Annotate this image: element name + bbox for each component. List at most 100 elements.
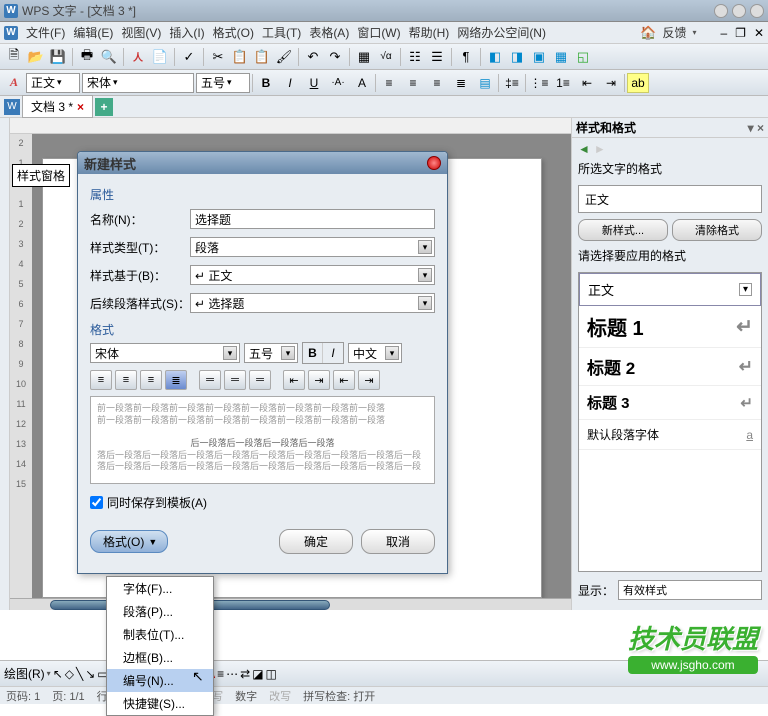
new-style-button[interactable]: 新样式... [578, 219, 668, 241]
bold-button[interactable]: B [255, 73, 277, 93]
clear-format-button[interactable]: 清除格式 [672, 219, 762, 241]
arrow-icon[interactable]: ↘ [85, 667, 95, 681]
green-icon[interactable]: ◱ [573, 47, 593, 67]
dialog-size-select[interactable]: 五号▾ [244, 343, 298, 363]
document-tab[interactable]: 文档 3 * × [22, 95, 93, 118]
menu-online[interactable]: 网络办公空间(N) [453, 22, 550, 43]
blue3-icon[interactable]: ▣ [529, 47, 549, 67]
name-input[interactable]: 选择题 [190, 209, 435, 229]
style-item-h3[interactable]: 标题 3↵ [579, 386, 761, 420]
menu-table[interactable]: 表格(A) [305, 22, 353, 43]
menu-font[interactable]: 字体(F)... [107, 577, 213, 600]
style-combo[interactable]: 正文 [26, 73, 80, 93]
style-item-h2[interactable]: 标题 2↵ [579, 348, 761, 386]
dash-icon[interactable]: ⋯ [226, 667, 238, 681]
arrow-style-icon[interactable]: ⇄ [240, 667, 250, 681]
indent-icon[interactable]: ⇥ [600, 73, 622, 93]
save-icon[interactable]: 💾 [48, 47, 68, 67]
dialog-font-select[interactable]: 宋体▾ [90, 343, 240, 363]
next-select[interactable]: ↵ 选择题▾ [190, 293, 435, 313]
font-grow-icon[interactable]: ·A· [327, 73, 349, 93]
panel-fwd-icon[interactable]: ► [594, 142, 606, 156]
formula-icon[interactable]: √α [376, 47, 396, 67]
align-right-icon[interactable]: ≡ [426, 73, 448, 93]
style-item-h1[interactable]: 标题 1↵ [579, 306, 761, 348]
cancel-button[interactable]: 取消 [361, 529, 435, 554]
linespace-icon[interactable]: ‡≡ [501, 73, 523, 93]
export-icon[interactable]: 📄 [150, 47, 170, 67]
menu-insert[interactable]: 插入(I) [165, 22, 208, 43]
pdf-icon[interactable]: 人 [128, 47, 148, 67]
format-dropdown-button[interactable]: 格式(O)▼ [90, 530, 168, 553]
menu-format[interactable]: 格式(O) [209, 22, 258, 43]
menu-file[interactable]: 文件(F) [22, 22, 69, 43]
blue2-icon[interactable]: ◨ [507, 47, 527, 67]
3d-icon[interactable]: ◫ [266, 667, 277, 681]
status-num[interactable]: 数字 [235, 688, 257, 704]
status-overtype[interactable]: 改写 [269, 688, 291, 704]
styles-icon[interactable]: A [4, 73, 24, 93]
copy-icon[interactable]: 📋 [230, 47, 250, 67]
indent-inc-icon[interactable]: ⇥ [308, 370, 330, 390]
menu-tabs[interactable]: 制表位(T)... [107, 623, 213, 646]
align-left-icon[interactable]: ≡ [90, 370, 112, 390]
font-shrink-icon[interactable]: A [351, 73, 373, 93]
spellcheck-icon[interactable]: ✓ [179, 47, 199, 67]
bullets-icon[interactable]: ⋮≡ [528, 73, 550, 93]
style-item-default[interactable]: 默认段落字体a [579, 420, 761, 450]
align-center-icon[interactable]: ≡ [402, 73, 424, 93]
draw-menu[interactable]: 绘图(R) [4, 665, 45, 682]
type-select[interactable]: 段落▾ [190, 237, 435, 257]
dialog-lang-select[interactable]: 中文▾ [348, 343, 402, 363]
paint-icon[interactable]: 🖌 [274, 47, 294, 67]
align-justify-icon[interactable]: ≣ [165, 370, 187, 390]
linespace1-icon[interactable]: ═ [199, 370, 221, 390]
highlight-icon[interactable]: ab [627, 73, 649, 93]
outdent-icon[interactable]: ⇤ [576, 73, 598, 93]
line-icon[interactable]: ╲ [76, 667, 83, 681]
table-icon[interactable]: ▦ [354, 47, 374, 67]
cut-icon[interactable]: ✂ [208, 47, 228, 67]
style-item-body[interactable]: 正文▾ [579, 273, 761, 306]
minimize-button[interactable] [714, 4, 728, 18]
dialog-italic-button[interactable]: I [323, 343, 343, 363]
paste-icon[interactable]: 📋 [252, 47, 272, 67]
autoshape-icon[interactable]: ◇ [65, 667, 74, 681]
save-template-checkbox[interactable] [90, 496, 103, 509]
align-dist-icon[interactable]: ▤ [474, 73, 496, 93]
align-left-icon[interactable]: ≡ [378, 73, 400, 93]
menu-border[interactable]: 边框(B)... [107, 646, 213, 669]
inner-restore[interactable]: ❐ [735, 26, 746, 40]
home-icon[interactable]: 🏠 [640, 25, 656, 41]
fontsize-combo[interactable]: 五号 [196, 73, 250, 93]
align-center-icon[interactable]: ≡ [115, 370, 137, 390]
open-icon[interactable]: 📂 [26, 47, 46, 67]
feedback-link[interactable]: 反馈 [658, 22, 690, 43]
panel-back-icon[interactable]: ◄ [578, 142, 590, 156]
print-icon[interactable]: 🖶 [77, 47, 97, 67]
blue4-icon[interactable]: ▦ [551, 47, 571, 67]
menu-tools[interactable]: 工具(T) [258, 22, 305, 43]
tab-close-icon[interactable]: × [77, 100, 84, 114]
showmarks-icon[interactable]: ¶ [456, 47, 476, 67]
vertical-ruler[interactable]: 21▾123456789101112131415 [10, 134, 32, 598]
align-right-icon[interactable]: ≡ [140, 370, 162, 390]
menu-window[interactable]: 窗口(W) [353, 22, 404, 43]
horizontal-scrollbar[interactable] [10, 598, 571, 610]
print-preview-icon[interactable]: 🔍 [99, 47, 119, 67]
dialog-close-icon[interactable] [427, 156, 441, 170]
horizontal-ruler[interactable] [10, 118, 571, 134]
menu-view[interactable]: 视图(V) [117, 22, 165, 43]
numbering-icon[interactable]: 1≡ [552, 73, 574, 93]
redo-icon[interactable]: ↷ [325, 47, 345, 67]
new-tab-button[interactable]: + [95, 98, 113, 116]
font-combo[interactable]: 宋体 [82, 73, 194, 93]
indent2-icon[interactable]: ⇥ [358, 370, 380, 390]
underline-button[interactable]: U [303, 73, 325, 93]
linespace3-icon[interactable]: ═ [249, 370, 271, 390]
ok-button[interactable]: 确定 [279, 529, 353, 554]
feedback-arrow[interactable]: ▾ [692, 28, 696, 37]
based-select[interactable]: ↵ 正文▾ [190, 265, 435, 285]
inner-close[interactable]: ✕ [754, 26, 764, 40]
selected-format-box[interactable]: 正文 [578, 185, 762, 213]
